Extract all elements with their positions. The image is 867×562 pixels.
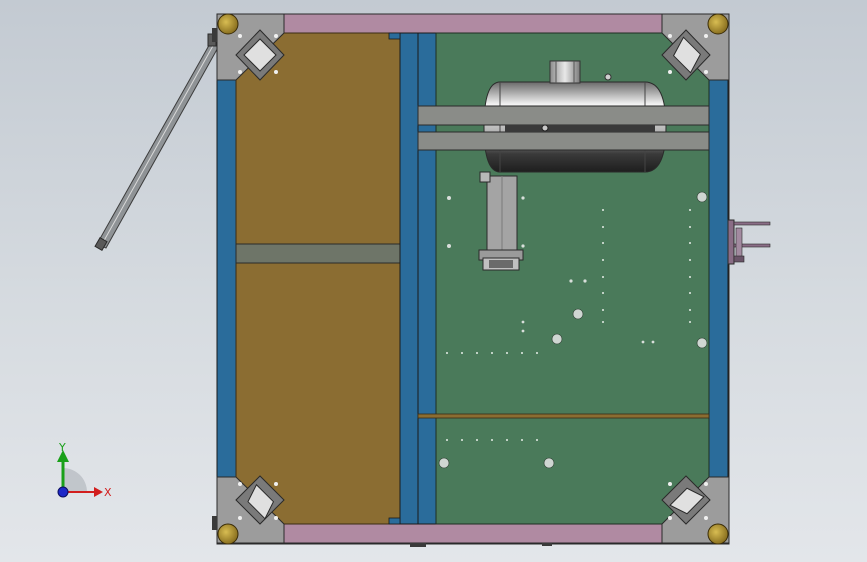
cross-brace-lower [417, 131, 710, 151]
side-handle-bracket [727, 219, 771, 265]
foot-bracket-left [410, 543, 426, 547]
z-axis-dot [57, 486, 69, 498]
caster-top-left [217, 13, 239, 35]
caster-bottom-left [217, 523, 239, 545]
wood-panel-divider [235, 243, 401, 264]
x-axis-arrow [94, 487, 103, 497]
middle-frame-post-left [399, 32, 419, 525]
cad-model-view[interactable] [0, 0, 867, 562]
x-axis-label: X [104, 486, 112, 499]
bottom-rail [283, 523, 663, 544]
caster-top-right [707, 13, 729, 35]
left-frame-post [216, 79, 237, 481]
hinge-top [212, 28, 217, 42]
right-frame-post [708, 79, 729, 481]
lid-arm [94, 33, 221, 252]
y-axis-label: Y [58, 441, 66, 454]
foot-bracket-right [542, 543, 552, 546]
cross-brace-upper [417, 105, 710, 126]
top-rail [283, 13, 663, 34]
coordinate-triad: Y X [57, 441, 112, 499]
cad-viewport[interactable]: Y X [0, 0, 867, 562]
hinge-bottom [212, 516, 217, 530]
caster-bottom-right [707, 523, 729, 545]
board-divider [417, 413, 710, 419]
